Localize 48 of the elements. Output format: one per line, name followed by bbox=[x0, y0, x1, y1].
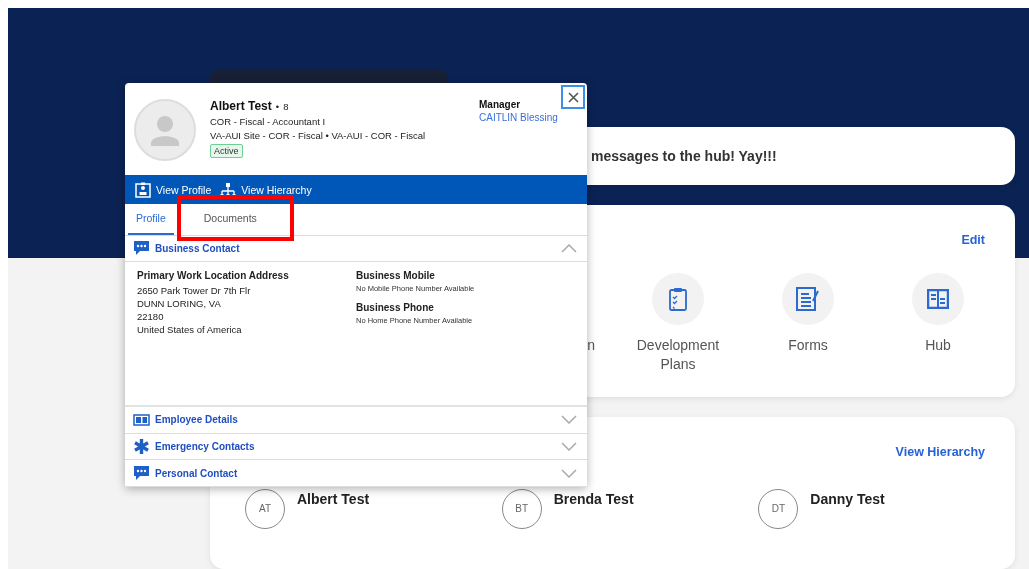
manager-link[interactable]: CAITLIN Blessing bbox=[479, 112, 558, 123]
person-name[interactable]: Danny Test bbox=[810, 490, 885, 507]
quick-link-label[interactable]: Hub bbox=[888, 335, 988, 355]
section-header[interactable]: Emergency Contacts bbox=[125, 433, 587, 461]
status-badge: Active bbox=[210, 144, 243, 158]
message-text: messages to the hub! Yay!!! bbox=[591, 148, 777, 164]
profile-icon bbox=[135, 181, 151, 198]
edit-link[interactable]: Edit bbox=[961, 232, 985, 247]
section-header[interactable]: Personal Contact bbox=[125, 460, 587, 487]
manager-label: Manager bbox=[479, 99, 522, 110]
id-card-icon bbox=[133, 413, 150, 426]
chevron-up-icon bbox=[561, 243, 577, 253]
chevron-down-icon bbox=[561, 415, 577, 425]
action-link[interactable]: View Hierarchy bbox=[220, 181, 312, 198]
address-line: United States of America bbox=[137, 323, 243, 337]
chat-icon bbox=[133, 240, 150, 257]
asterisk-icon bbox=[133, 437, 150, 455]
hierarchy-icon bbox=[220, 181, 237, 198]
separator-dot: • bbox=[275, 101, 280, 112]
phone-label: Business Mobile bbox=[356, 270, 436, 282]
quick-link-label[interactable]: Forms bbox=[758, 335, 858, 355]
count-text: 8 bbox=[283, 101, 289, 112]
phone-label: Business Phone bbox=[356, 302, 435, 314]
avatar-icon bbox=[134, 99, 196, 161]
view-hierarchy-link[interactable]: View Hierarchy bbox=[895, 444, 985, 459]
quick-link-label[interactable]: n bbox=[587, 335, 595, 355]
chat-icon bbox=[133, 465, 150, 482]
tab[interactable]: Documents bbox=[195, 203, 265, 235]
close-icon bbox=[567, 91, 579, 103]
action-link[interactable]: View Profile bbox=[135, 181, 212, 198]
address-line: 22180 bbox=[137, 310, 165, 324]
close-button[interactable] bbox=[561, 85, 585, 109]
address-label: Primary Work Location Address bbox=[137, 270, 290, 282]
tab[interactable]: Profile bbox=[128, 203, 174, 235]
chevron-down-icon bbox=[561, 441, 577, 451]
job-title: COR - Fiscal - Accountant I bbox=[210, 116, 327, 127]
chevron-down-icon bbox=[561, 468, 577, 478]
quick-link-label[interactable]: Development Plans bbox=[628, 335, 728, 374]
address-line: 2650 Park Tower Dr 7th Flr bbox=[137, 284, 252, 298]
employee-name: Albert Test bbox=[210, 99, 272, 113]
person-name[interactable]: Brenda Test bbox=[553, 490, 634, 507]
form-icon bbox=[796, 286, 820, 311]
section-header[interactable]: Employee Details bbox=[125, 406, 587, 434]
clipboard-icon bbox=[669, 286, 687, 311]
location-text: VA-AUI Site - COR - Fiscal • VA-AUI - COR - Fiscal bbox=[210, 130, 427, 141]
board-icon bbox=[927, 288, 949, 309]
address-line: DUNN LORING, VA bbox=[137, 297, 222, 311]
person-name[interactable]: Albert Test bbox=[297, 490, 370, 507]
